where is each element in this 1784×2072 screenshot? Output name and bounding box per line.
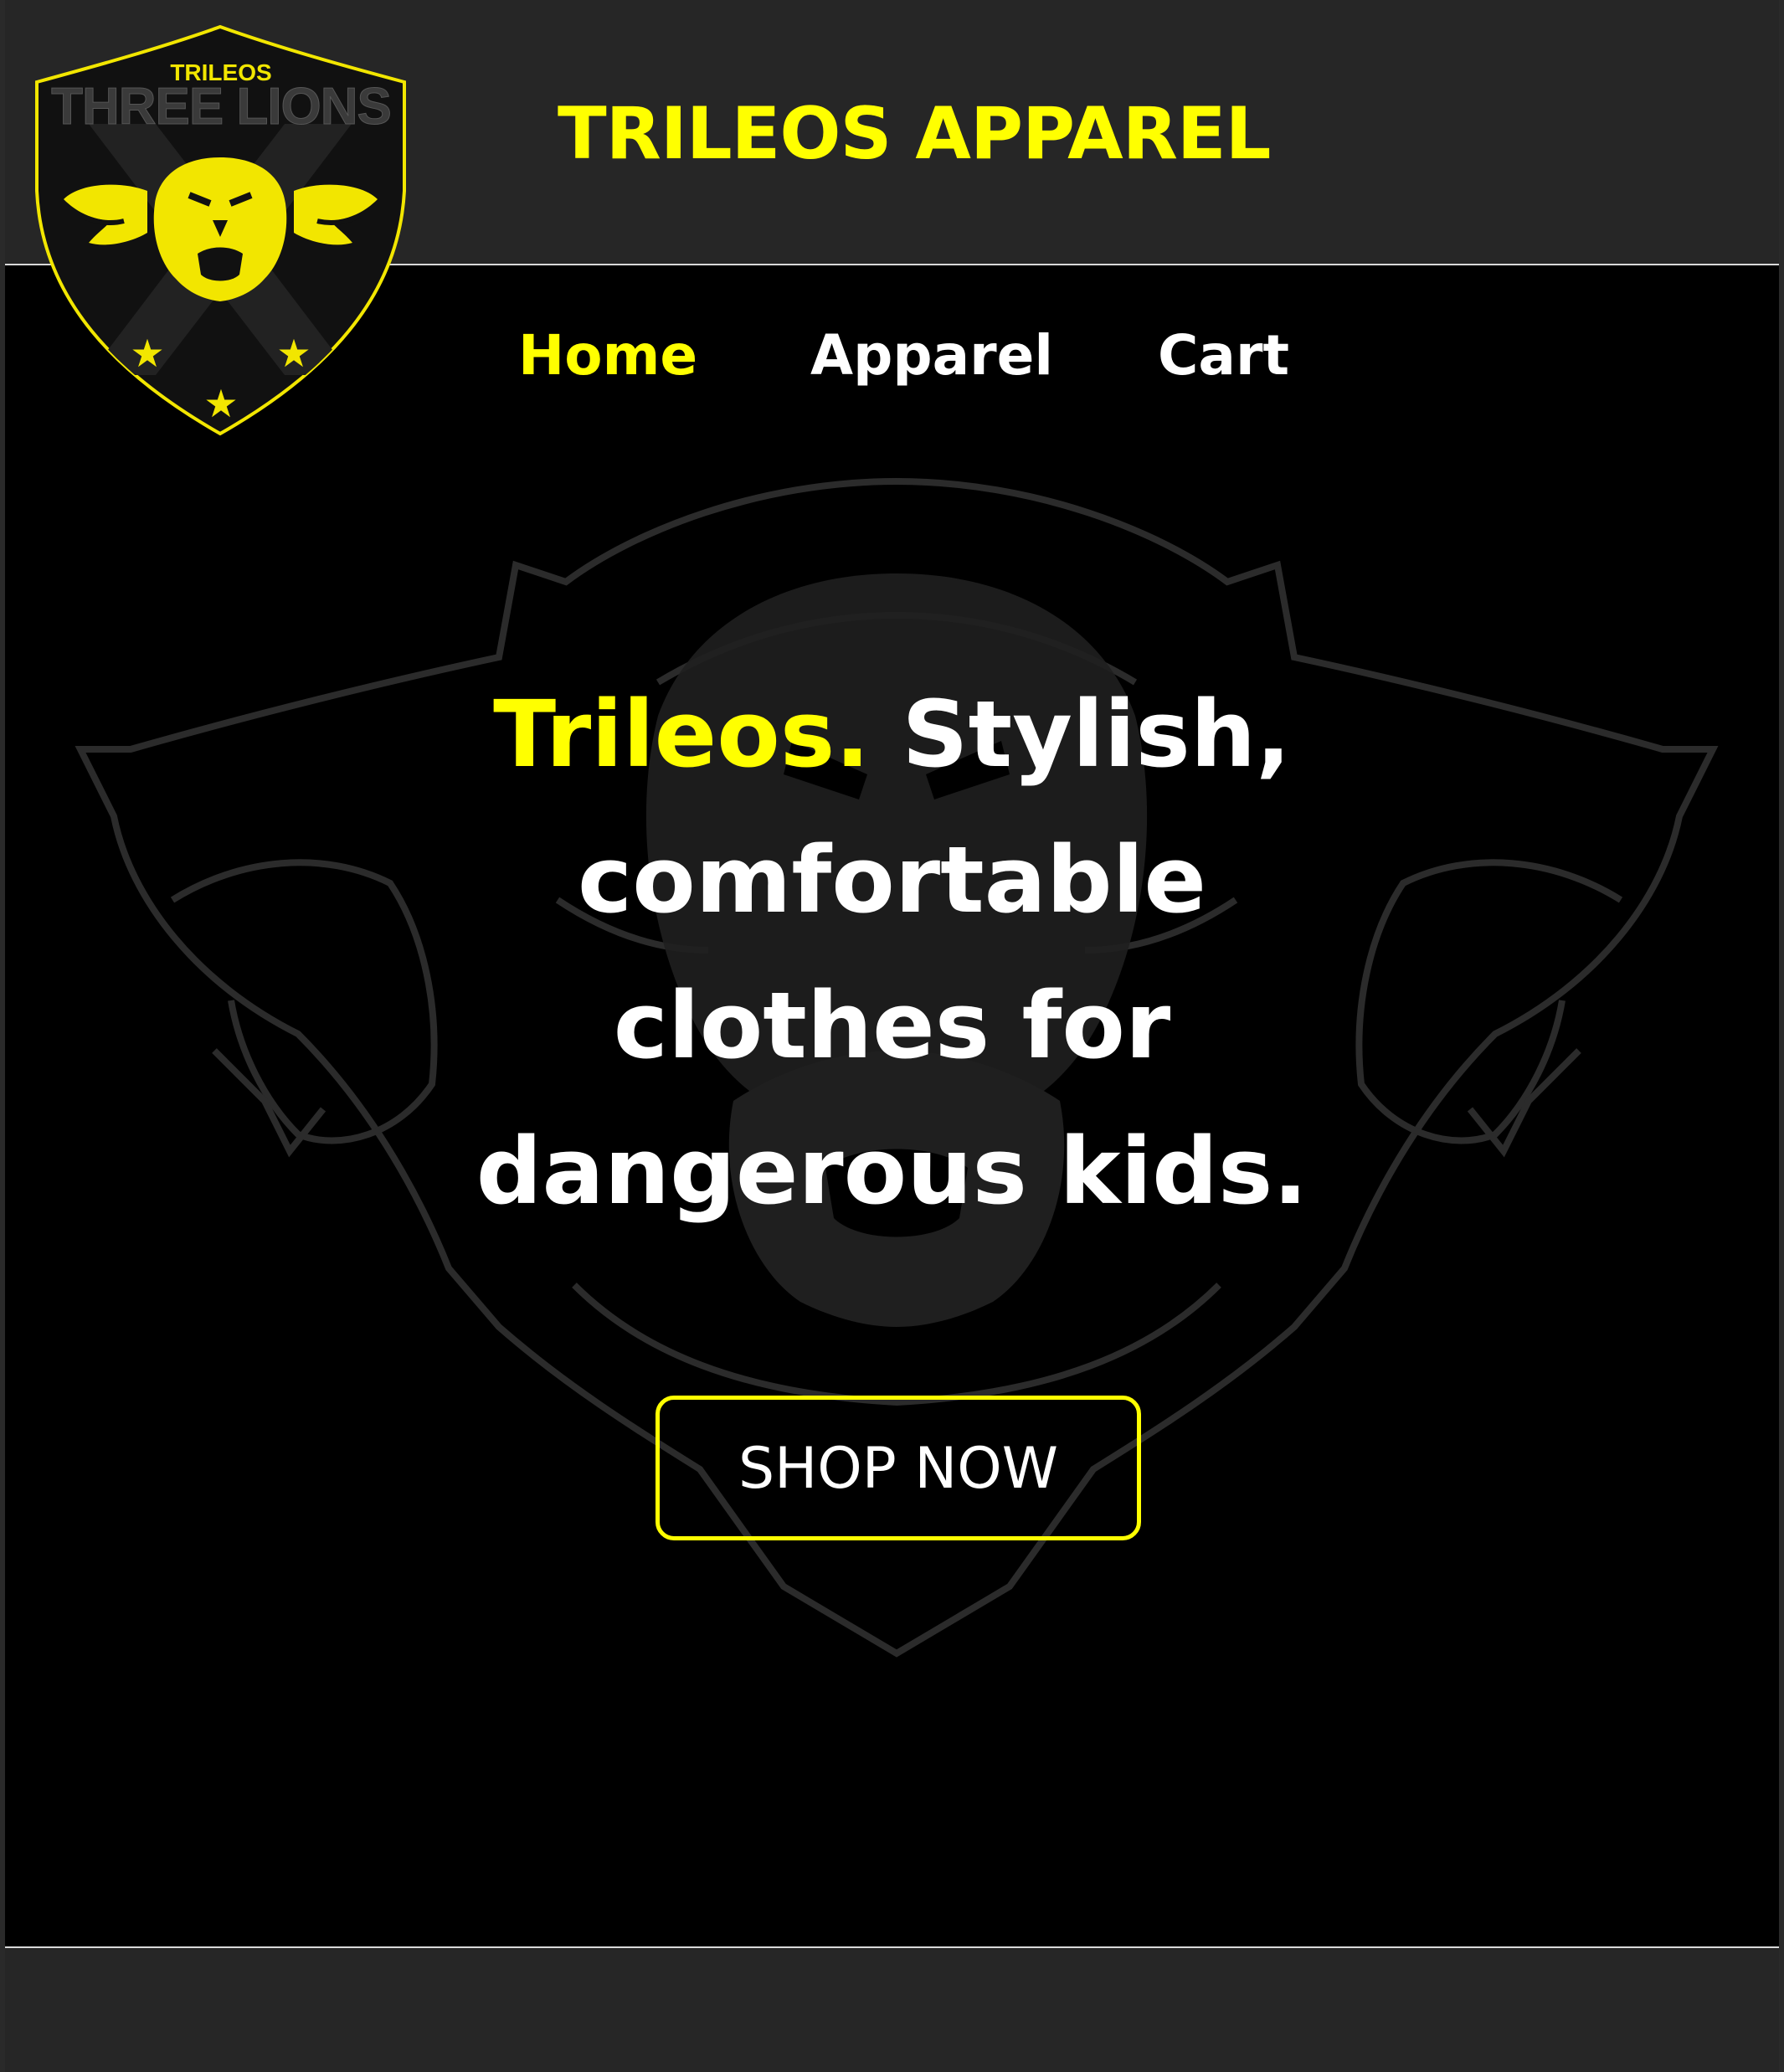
logo-main-text: THREE LIONS xyxy=(51,78,391,136)
footer xyxy=(5,1946,1779,2072)
hero-brand: Trileos. xyxy=(493,681,871,788)
page: TRILEOS APPAREL TRILEOS THREE LIONS ★ ★ … xyxy=(0,0,1784,2072)
site-title: TRILEOS APPAREL xyxy=(558,92,1271,176)
hero-line-2: comfortable xyxy=(578,826,1206,933)
nav-cart-link[interactable]: Cart xyxy=(1158,318,1289,393)
hero-line-4: dangerous kids. xyxy=(476,1118,1308,1225)
svg-text:★: ★ xyxy=(276,332,311,375)
shop-now-button[interactable]: SHOP NOW xyxy=(656,1396,1141,1540)
logo[interactable]: TRILEOS THREE LIONS ★ ★ ★ xyxy=(30,23,411,438)
nav-apparel-link[interactable]: Apparel xyxy=(810,318,1053,393)
hero-line-3: clothes for xyxy=(613,972,1171,1079)
nav-home-link[interactable]: Home xyxy=(518,318,697,393)
hero-line-1: Trileos. Stylish, xyxy=(5,661,1779,807)
svg-text:★: ★ xyxy=(203,382,238,425)
svg-text:★: ★ xyxy=(130,332,164,375)
hero-headline: Trileos. Stylish, comfortable clothes fo… xyxy=(5,661,1779,1244)
hero-line-1-rest: Stylish, xyxy=(870,681,1291,788)
